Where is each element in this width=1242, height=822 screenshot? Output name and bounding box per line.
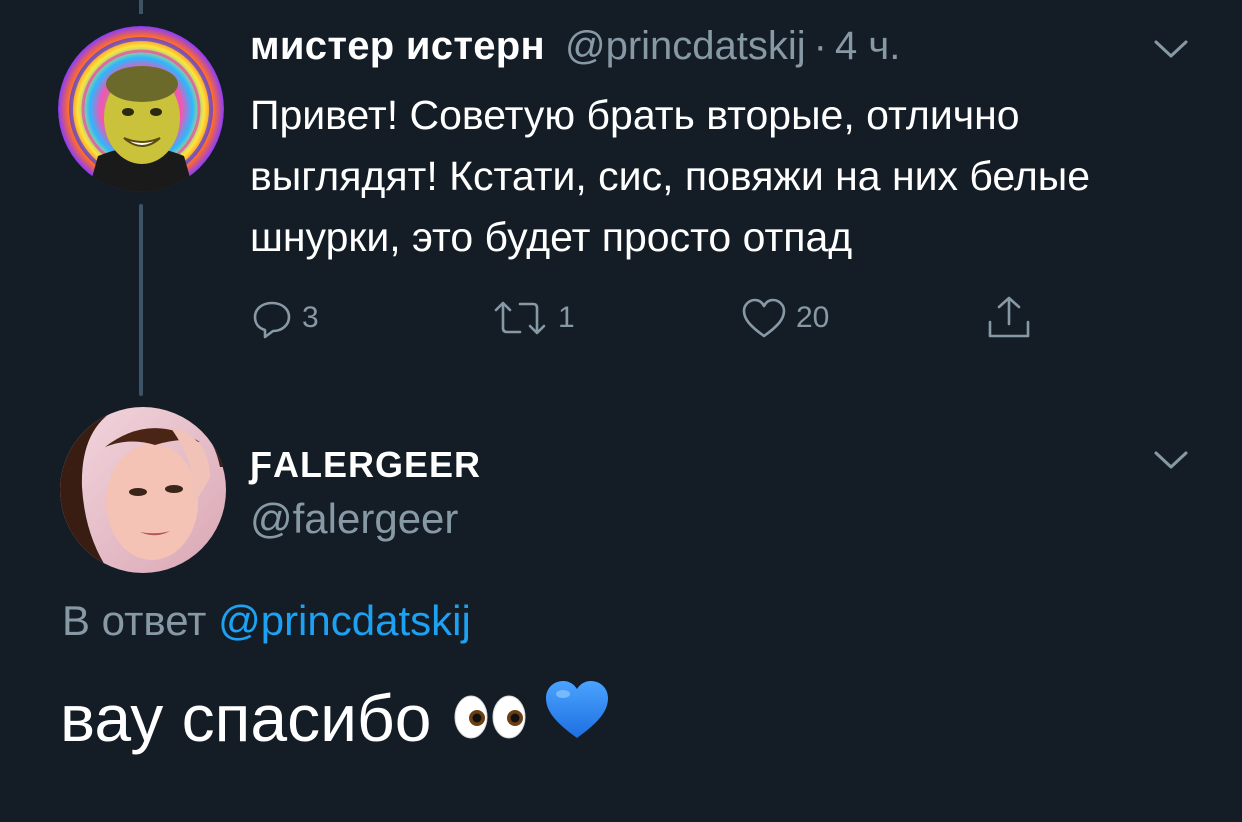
reply-author-handle[interactable]: @falergeer bbox=[250, 495, 458, 543]
like-button[interactable]: 20 bbox=[740, 293, 829, 343]
in-reply-to-line: В ответ @princdatskij bbox=[62, 597, 471, 645]
retweet-button[interactable]: 1 bbox=[490, 293, 575, 343]
original-author-name[interactable]: мистер истерн bbox=[250, 24, 545, 69]
reply-tweet-text-line: вау спасибо bbox=[60, 678, 611, 757]
chevron-down-icon[interactable] bbox=[1153, 449, 1189, 471]
tweet-thread: мистер истерн @princdatskij · 4 ч. Приве… bbox=[0, 0, 1242, 822]
header-separator: · bbox=[813, 24, 827, 68]
share-button[interactable] bbox=[985, 293, 1033, 343]
heart-icon bbox=[740, 296, 788, 340]
tweet-timestamp[interactable]: 4 ч. bbox=[835, 24, 900, 69]
thread-connector-line bbox=[139, 204, 143, 396]
share-icon bbox=[985, 294, 1033, 342]
like-count: 20 bbox=[796, 301, 830, 334]
tweet-action-bar: 3 1 20 bbox=[250, 293, 1070, 343]
reply-button[interactable]: 3 bbox=[250, 293, 319, 343]
original-author-avatar[interactable] bbox=[58, 26, 224, 192]
reply-author-avatar[interactable] bbox=[60, 407, 226, 573]
original-tweet-header: мистер истерн @princdatskij · 4 ч. bbox=[250, 24, 900, 74]
reply-author-name[interactable]: ƑALERGEER bbox=[250, 444, 481, 486]
original-author-handle[interactable]: @princdatskij bbox=[565, 24, 806, 69]
in-reply-to-mention[interactable]: @princdatskij bbox=[218, 597, 471, 644]
retweet-icon bbox=[490, 296, 550, 340]
original-tweet-text: Привет! Советую брать вторые, отлично вы… bbox=[250, 92, 1091, 260]
eyes-emoji-icon bbox=[453, 680, 529, 756]
reply-count: 3 bbox=[302, 301, 319, 334]
retweet-count: 1 bbox=[558, 301, 575, 334]
blue-heart-emoji-icon bbox=[543, 678, 611, 757]
in-reply-to-label: В ответ bbox=[62, 597, 207, 644]
thread-line-top bbox=[139, 0, 143, 14]
chevron-down-icon[interactable] bbox=[1153, 38, 1189, 60]
reply-icon bbox=[250, 296, 294, 340]
reply-tweet-text: вау спасибо bbox=[60, 680, 432, 755]
